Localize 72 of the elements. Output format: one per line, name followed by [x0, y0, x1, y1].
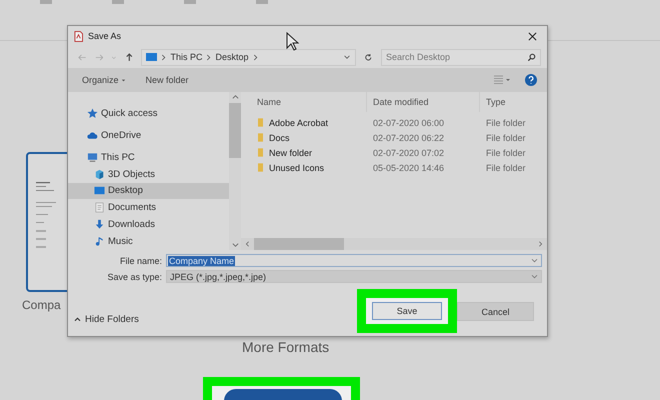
sidebar-item[interactable]: Desktop — [68, 182, 229, 200]
refresh-icon[interactable] — [364, 52, 373, 62]
file-name-cell[interactable]: Adobe Acrobat — [241, 118, 367, 128]
date-cell-text: 02-07-2020 07:02 — [372, 148, 446, 158]
music-icon — [94, 236, 105, 248]
sidebar-item[interactable]: 3D Objects — [68, 166, 229, 182]
column-header[interactable]: Name — [241, 92, 367, 112]
chevron-icon — [206, 54, 212, 60]
mouse-cursor-icon — [286, 32, 300, 52]
save-as-type-label: Save as type: — [106, 272, 162, 282]
type-cell-text: File folder — [485, 162, 527, 172]
document-caption: Compa — [22, 298, 61, 312]
document-icon — [74, 30, 83, 42]
forward-arrow-icon[interactable] — [94, 52, 104, 62]
organize-button[interactable]: Organize — [82, 75, 126, 85]
date-cell-text: 02-07-2020 06:22 — [372, 132, 446, 142]
star-icon — [87, 108, 98, 119]
column-header[interactable]: Type — [480, 92, 547, 112]
window-title: Save As — [88, 31, 122, 41]
file-name-label: File name: — [118, 256, 162, 266]
date-cell-text: 02-07-2020 06:00 — [372, 118, 446, 128]
caret-icon[interactable] — [531, 258, 538, 263]
pc-icon — [87, 152, 98, 163]
horizontal-scrollbar[interactable] — [241, 238, 547, 250]
more-formats-link[interactable]: More Formats — [242, 339, 330, 355]
address-bar[interactable]: This PC Desktop — [141, 48, 356, 66]
sidebar-item[interactable]: OneDrive — [68, 126, 229, 144]
sidebar-item[interactable]: Documents — [68, 199, 229, 216]
cloud-icon — [87, 130, 98, 141]
file-name-cell[interactable]: Docs — [241, 132, 367, 142]
scroll-up-icon[interactable] — [232, 94, 238, 100]
save-as-type-dropdown[interactable]: JPEG (*.jpg,*.jpeg,*.jpe) — [166, 270, 542, 283]
new-folder-button[interactable]: New folder — [146, 75, 189, 85]
cancel-button[interactable]: Cancel — [457, 302, 534, 321]
view-options-icon[interactable] — [493, 75, 511, 85]
chevron-icon — [252, 54, 258, 60]
caret-icon — [120, 78, 126, 82]
date-cell-text: 05-05-2020 14:46 — [372, 162, 446, 172]
search-icon — [527, 52, 536, 62]
up-arrow-icon[interactable] — [124, 52, 134, 62]
sidebar-item[interactable]: Music — [68, 233, 229, 250]
download-icon — [94, 219, 105, 230]
breadcrumb-item[interactable]: Desktop — [215, 52, 248, 62]
desktop-icon — [94, 185, 105, 196]
column-header[interactable]: Date modified — [367, 92, 480, 112]
sidebar-item[interactable]: This PC — [68, 148, 229, 166]
type-cell-text: File folder — [485, 132, 527, 142]
caret-icon[interactable] — [343, 54, 352, 60]
scroll-left-icon[interactable] — [244, 241, 251, 247]
cube-icon — [94, 168, 105, 180]
scroll-right-icon[interactable] — [537, 241, 544, 247]
save-button[interactable]: Save — [372, 302, 442, 320]
caret-icon — [74, 317, 81, 322]
back-arrow-icon[interactable] — [78, 52, 87, 62]
document-icon — [94, 202, 105, 214]
file-name-cell[interactable]: New folder — [241, 148, 367, 158]
file-name-field[interactable]: Company Name — [166, 254, 542, 267]
sidebar-item[interactable]: Downloads — [68, 216, 229, 234]
sidebar-item[interactable]: Quick access — [68, 105, 229, 122]
search-field[interactable]: Search Desktop — [381, 48, 541, 66]
monitor-icon — [146, 53, 158, 61]
close-icon[interactable] — [528, 32, 537, 40]
hide-folders-button[interactable]: Hide Folders — [74, 314, 139, 325]
type-cell-text: File folder — [485, 148, 527, 158]
help-icon[interactable] — [525, 74, 537, 86]
scroll-down-icon[interactable] — [232, 242, 238, 248]
file-name-cell[interactable]: Unused Icons — [241, 162, 367, 172]
chevron-icon — [161, 54, 166, 60]
caret-icon[interactable] — [531, 274, 538, 279]
type-cell-text: File folder — [485, 118, 527, 128]
vertical-scrollbar[interactable] — [229, 92, 241, 250]
breadcrumb-item[interactable]: This PC — [170, 52, 202, 62]
